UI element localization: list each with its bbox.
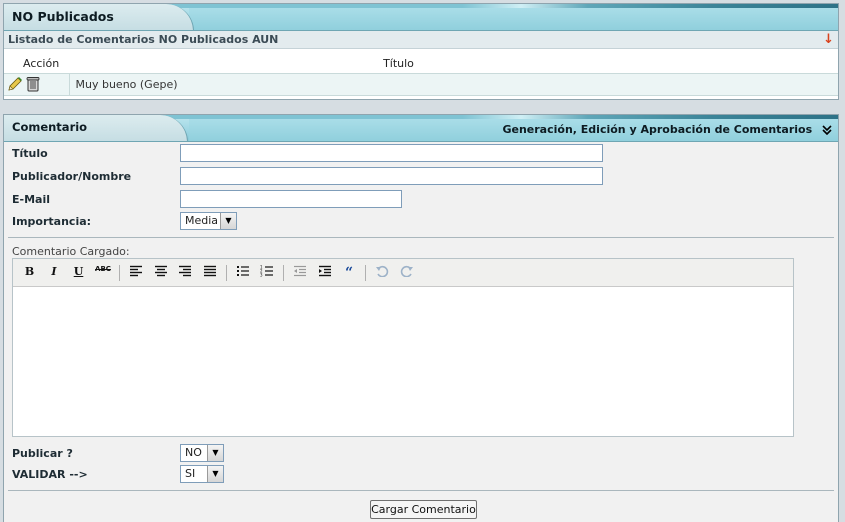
redo-icon[interactable]: [396, 265, 417, 281]
dropdown-arrow-icon[interactable]: ▼: [220, 213, 236, 229]
undo-icon[interactable]: [372, 265, 393, 281]
align-right-icon[interactable]: [175, 265, 196, 281]
italic-icon[interactable]: I: [44, 265, 65, 281]
rich-text-editor[interactable]: B I U ABC 123 “: [12, 258, 794, 437]
unpublished-list-title: Listado de Comentarios NO Publicados AUN: [8, 33, 279, 46]
importancia-value: Media: [185, 214, 219, 227]
align-center-icon[interactable]: [150, 265, 171, 281]
email-input[interactable]: [180, 190, 402, 208]
unpublished-panel: NO Publicados Listado de Comentarios NO …: [3, 3, 839, 100]
importancia-select[interactable]: Media ▼: [180, 212, 237, 230]
titulo-label: Título: [12, 147, 48, 160]
unpublished-panel-header: NO Publicados: [4, 4, 838, 31]
outdent-icon[interactable]: [290, 265, 311, 281]
validar-select[interactable]: SI ▼: [180, 465, 224, 483]
dropdown-arrow-icon[interactable]: ▼: [207, 445, 223, 461]
publicar-select[interactable]: NO ▼: [180, 444, 224, 462]
align-left-icon[interactable]: [126, 265, 147, 281]
strikethrough-icon[interactable]: ABC: [93, 265, 114, 281]
bold-icon[interactable]: B: [19, 265, 40, 281]
double-chevron-down-icon[interactable]: [822, 123, 832, 136]
divider: [8, 490, 834, 491]
edit-pencil-icon[interactable]: [6, 75, 24, 93]
editor-content-area[interactable]: [13, 287, 793, 437]
publicador-input[interactable]: [180, 167, 603, 185]
column-header-action: Acción: [23, 57, 60, 71]
delete-trash-icon[interactable]: [24, 75, 42, 93]
titulo-input[interactable]: [180, 144, 603, 162]
comment-panel-title: Comentario: [4, 115, 188, 141]
unpublished-list-header: Listado de Comentarios NO Publicados AUN…: [4, 31, 838, 49]
email-label: E-Mail: [12, 193, 50, 206]
row-title[interactable]: Muy bueno (Gepe): [69, 73, 838, 95]
unpublished-panel-title: NO Publicados: [4, 4, 194, 30]
comment-panel-subtitle[interactable]: Generación, Edición y Aprobación de Come…: [502, 123, 832, 136]
validar-value: SI: [185, 467, 196, 480]
bullet-list-icon[interactable]: [232, 265, 253, 281]
publicar-label: Publicar ?: [12, 447, 73, 460]
underline-icon[interactable]: U: [68, 265, 89, 281]
validar-label: VALIDAR -->: [12, 468, 88, 481]
comment-panel: Comentario Generación, Edición y Aprobac…: [3, 114, 839, 522]
dropdown-arrow-icon[interactable]: ▼: [207, 466, 223, 482]
numbered-list-icon[interactable]: 123: [257, 265, 278, 281]
table-row: Muy bueno (Gepe): [4, 73, 838, 95]
align-justify-icon[interactable]: [199, 265, 220, 281]
comment-panel-header: Comentario Generación, Edición y Aprobac…: [4, 115, 838, 142]
unpublished-comments-table: Acción Título Muy bueno (Gepe): [4, 55, 838, 96]
row-actions: [4, 73, 70, 95]
blockquote-icon[interactable]: “: [339, 265, 360, 281]
collapse-arrow-icon[interactable]: ↓: [823, 32, 834, 47]
importancia-label: Importancia:: [12, 215, 92, 228]
indent-icon[interactable]: [314, 265, 335, 281]
divider: [8, 237, 834, 238]
column-header-title: Título: [383, 57, 414, 71]
publicador-label: Publicador/Nombre: [12, 170, 132, 183]
publicar-value: NO: [185, 446, 202, 459]
svg-text:3: 3: [260, 273, 263, 278]
editor-label: Comentario Cargado:: [12, 245, 130, 258]
cargar-comentario-button[interactable]: Cargar Comentario: [370, 500, 477, 519]
editor-toolbar: B I U ABC 123 “: [13, 259, 793, 287]
